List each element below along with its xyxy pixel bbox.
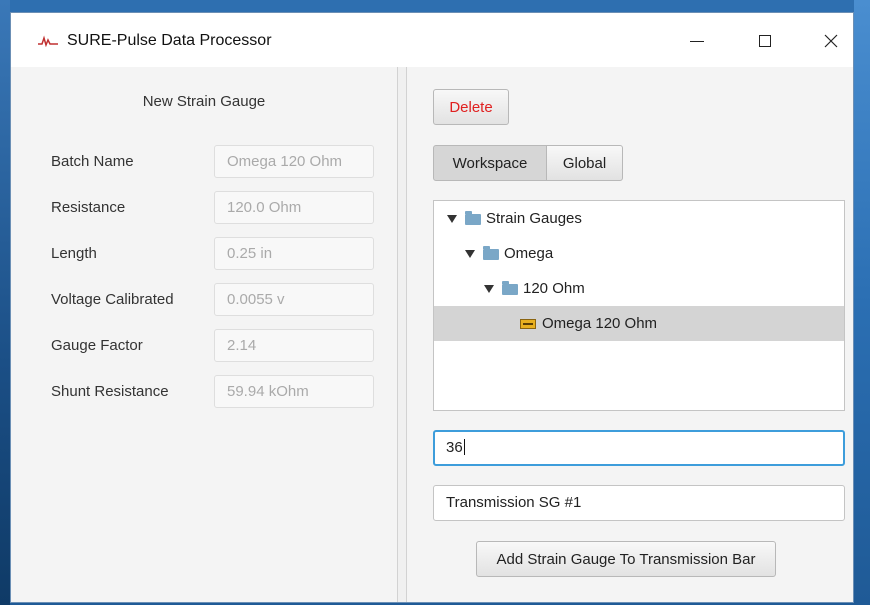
sure-pulse-logo-icon xyxy=(38,35,58,47)
close-icon xyxy=(824,34,838,48)
strain-gauge-details-panel: New Strain Gauge Batch Name Omega 120 Oh… xyxy=(11,67,397,602)
expand-arrow-icon[interactable] xyxy=(447,214,457,223)
distance-input-value: 36 xyxy=(446,439,463,456)
expand-arrow-icon[interactable] xyxy=(484,284,494,293)
delete-button[interactable]: Delete xyxy=(433,89,509,125)
title-bar[interactable]: SURE-Pulse Data Processor xyxy=(11,13,853,67)
folder-icon xyxy=(483,246,499,260)
strain-gauge-name-input[interactable]: Transmission SG #1 xyxy=(433,485,845,521)
text-caret xyxy=(463,439,465,455)
distance-input[interactable]: 36 xyxy=(433,430,845,466)
tree-item-omega[interactable]: Omega xyxy=(434,236,844,271)
tree-item-label: Omega xyxy=(504,245,554,262)
global-toggle-button[interactable]: Global xyxy=(546,145,623,181)
batch-name-label: Batch Name xyxy=(51,153,134,170)
tree-item-omega-120-ohm[interactable]: Omega 120 Ohm xyxy=(434,306,844,341)
panel-heading: New Strain Gauge xyxy=(142,93,266,110)
minimize-button[interactable] xyxy=(674,21,720,61)
gauge-factor-field[interactable]: 2.14 xyxy=(214,329,374,362)
minimize-icon xyxy=(690,40,704,42)
close-button[interactable] xyxy=(808,21,854,61)
shunt-resistance-label: Shunt Resistance xyxy=(51,383,169,400)
desktop-background-right xyxy=(854,0,870,605)
workspace-toggle-button[interactable]: Workspace xyxy=(433,145,547,181)
strain-gauge-tree[interactable]: Strain Gauges Omega 120 Ohm Omega 120 Oh… xyxy=(433,200,845,411)
resistance-label: Resistance xyxy=(51,199,126,216)
shunt-resistance-field[interactable]: 59.94 kOhm xyxy=(214,375,374,408)
tree-item-label: 120 Ohm xyxy=(523,280,585,297)
batch-name-field[interactable]: Omega 120 Ohm xyxy=(214,145,374,178)
tree-item-strain-gauges[interactable]: Strain Gauges xyxy=(434,201,844,236)
desktop-background xyxy=(0,0,870,12)
maximize-button[interactable] xyxy=(742,21,788,61)
maximize-icon xyxy=(759,35,771,47)
resistance-field[interactable]: 120.0 Ohm xyxy=(214,191,374,224)
expand-arrow-icon[interactable] xyxy=(465,249,475,258)
gauge-factor-label: Gauge Factor xyxy=(51,337,143,354)
folder-icon xyxy=(502,281,518,295)
length-field[interactable]: 0.25 in xyxy=(214,237,374,270)
length-label: Length xyxy=(51,245,97,262)
strain-gauge-selection-panel: Delete Workspace Global Strain Gauges Om… xyxy=(407,67,853,602)
tree-item-label: Strain Gauges xyxy=(486,210,582,227)
split-pane-divider[interactable] xyxy=(397,67,407,602)
voltage-calibrated-field[interactable]: 0.0055 v xyxy=(214,283,374,316)
add-strain-gauge-button[interactable]: Add Strain Gauge To Transmission Bar xyxy=(476,541,776,577)
window-title: SURE-Pulse Data Processor xyxy=(67,32,272,49)
desktop-background-left xyxy=(0,0,10,605)
folder-icon xyxy=(465,211,481,225)
voltage-calibrated-label: Voltage Calibrated xyxy=(51,291,174,308)
tree-item-label: Omega 120 Ohm xyxy=(542,315,658,332)
strain-gauge-icon xyxy=(520,318,536,329)
app-window: SURE-Pulse Data Processor New Strain Gau… xyxy=(10,12,854,603)
tree-item-120-ohm[interactable]: 120 Ohm xyxy=(434,271,844,306)
